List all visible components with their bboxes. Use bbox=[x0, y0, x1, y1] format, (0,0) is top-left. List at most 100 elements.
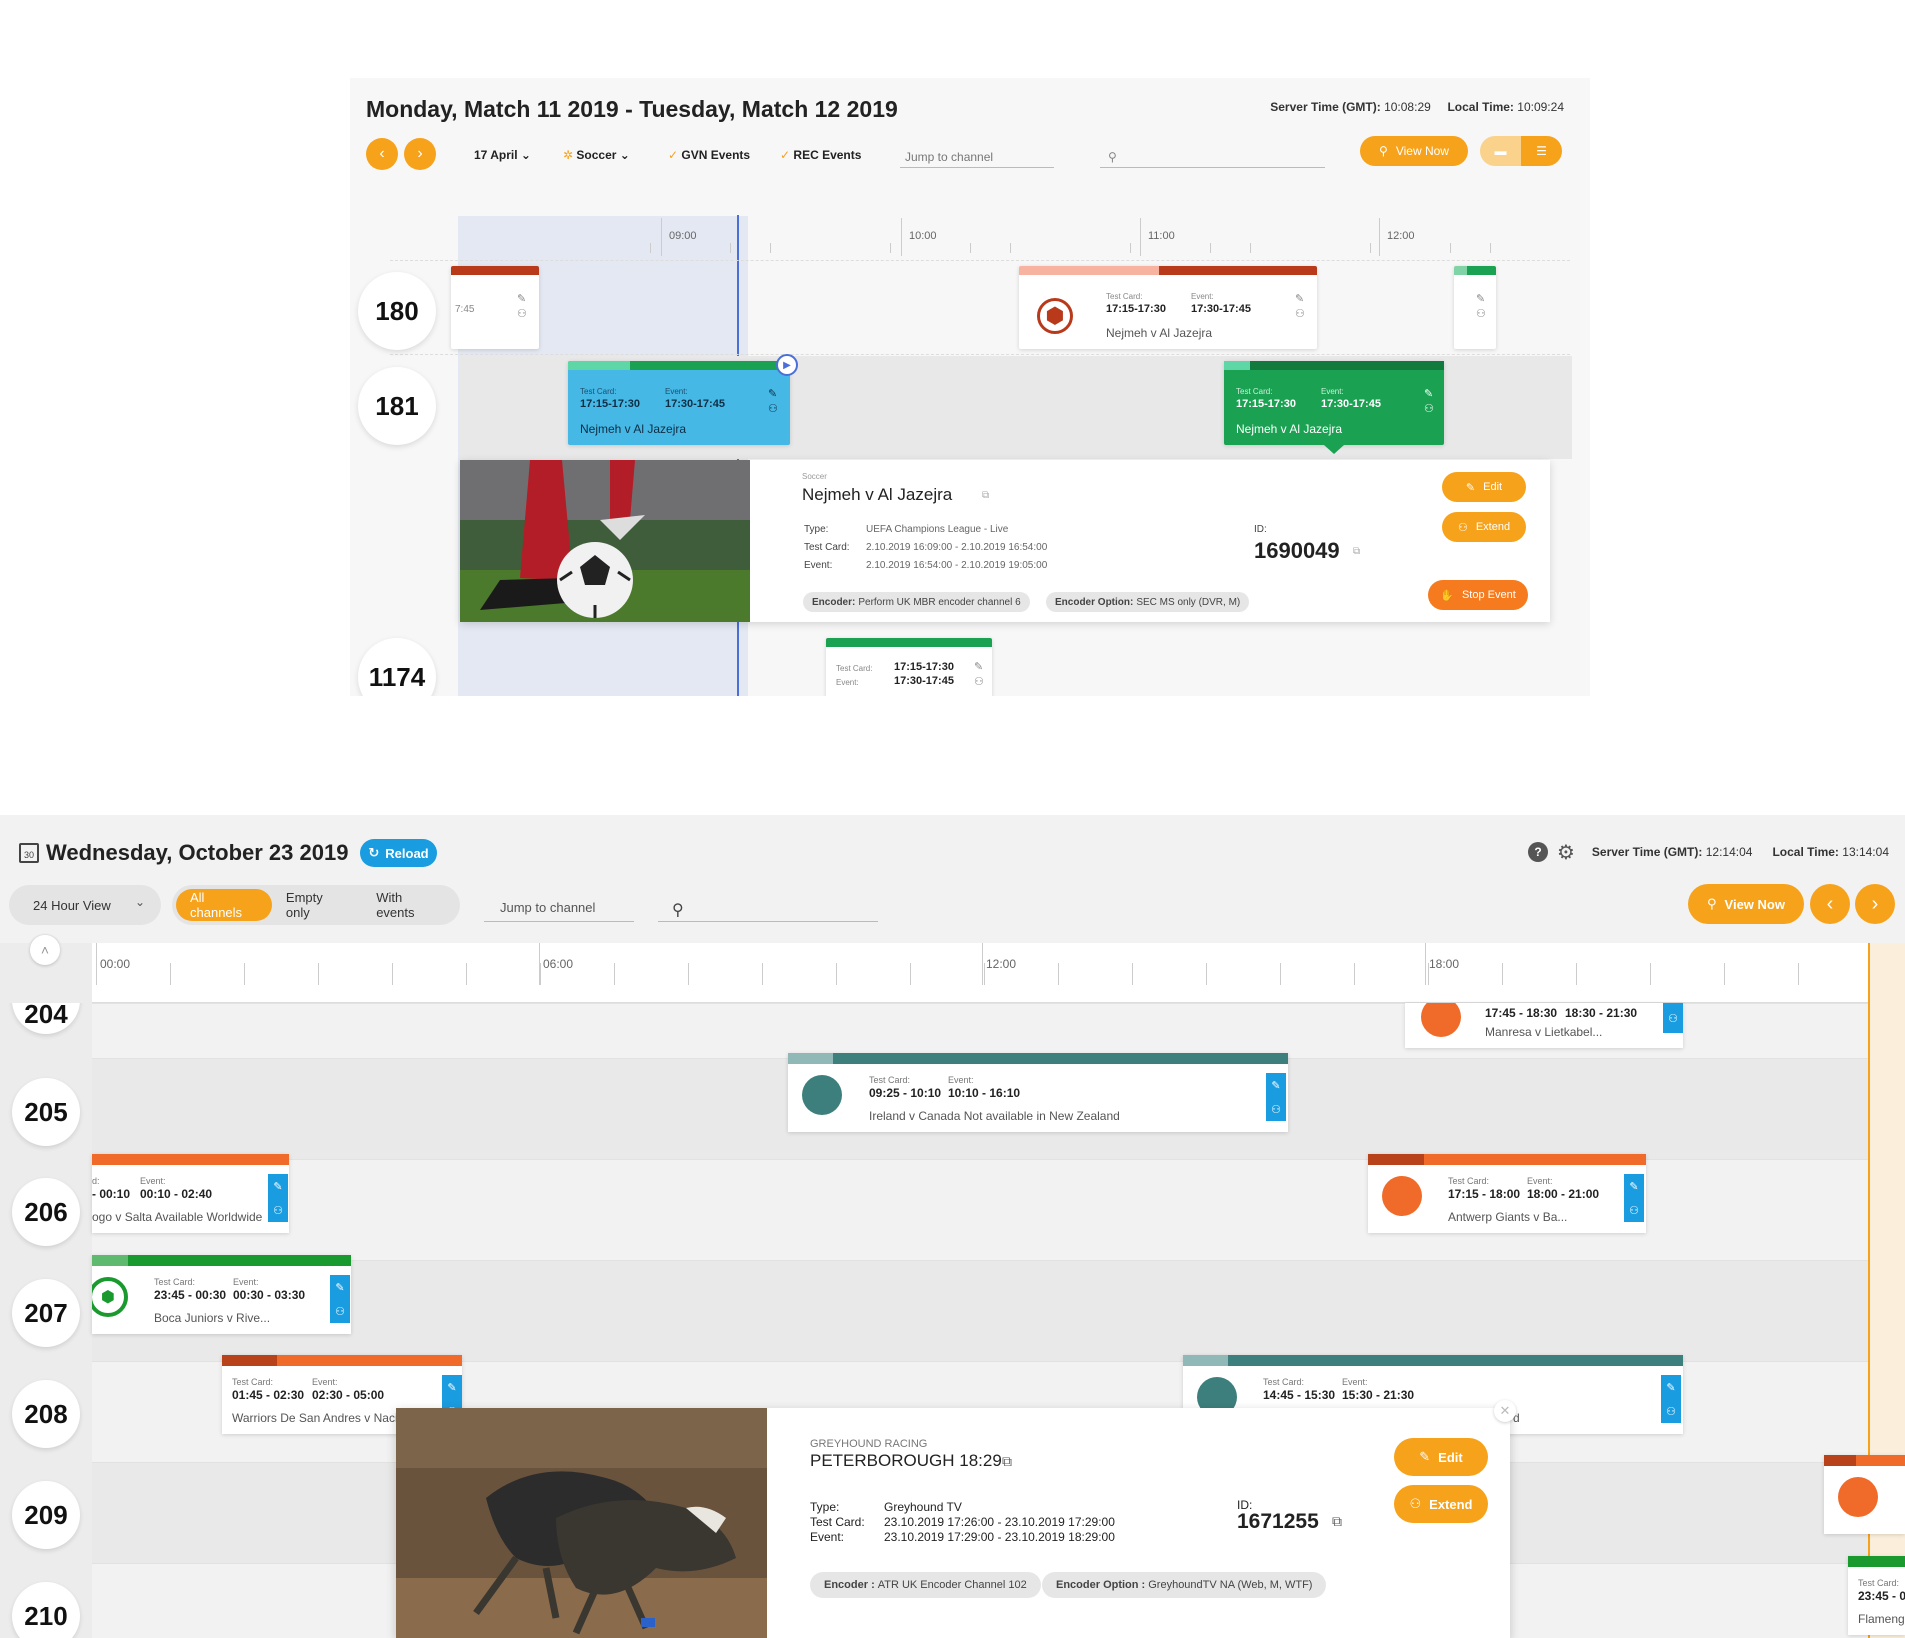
server-time: 10:08:29 bbox=[1384, 100, 1431, 114]
calendar-icon[interactable]: 30 bbox=[19, 843, 39, 863]
search-input[interactable]: ⚲ bbox=[1100, 144, 1325, 168]
event-card-live[interactable]: Test Card: 17:15-17:30 Event: 17:30-17:4… bbox=[568, 361, 790, 445]
scroll-up-button[interactable]: ˄ bbox=[30, 935, 60, 965]
event-actions[interactable]: ✎⚇ bbox=[1476, 292, 1486, 322]
rec-events-toggle[interactable]: ✓ REC Events bbox=[780, 148, 861, 162]
page-title: Wednesday, October 23 2019 bbox=[46, 840, 349, 865]
next-button[interactable]: › bbox=[1855, 884, 1895, 924]
view-now-button[interactable]: ⚲ View Now bbox=[1360, 136, 1468, 166]
soccer-ball-icon: ⬢ bbox=[92, 1277, 128, 1317]
event-card[interactable]: Test Card: 23:45 - 0 Flameng bbox=[1848, 1556, 1905, 1635]
copy-icon[interactable]: ⧉ bbox=[1332, 1513, 1342, 1530]
event-card[interactable]: Test Card: 17:15-17:30 Event: 17:30-17:4… bbox=[826, 638, 992, 696]
extend-icon[interactable]: ⚇ bbox=[1295, 308, 1305, 320]
event-actions[interactable]: ✎⚇ bbox=[1266, 1073, 1286, 1121]
event-actions[interactable]: ✎⚇ bbox=[1424, 387, 1434, 417]
channel-206[interactable]: 206 bbox=[12, 1178, 80, 1246]
jump-to-channel-input[interactable]: Jump to channel bbox=[484, 892, 634, 922]
extend-icon[interactable]: ⚇ bbox=[1666, 1405, 1676, 1418]
copy-icon[interactable]: ⧉ bbox=[1002, 1453, 1012, 1470]
test-card-time: 09:25 - 10:10 bbox=[869, 1086, 942, 1100]
edit-icon[interactable]: ✎ bbox=[768, 388, 777, 400]
extend-icon[interactable]: ⚇ bbox=[1271, 1103, 1281, 1116]
encoder-value: Perform UK MBR encoder channel 6 bbox=[858, 596, 1021, 608]
extend-icon[interactable]: ⚇ bbox=[1668, 1012, 1678, 1025]
jump-to-channel-input[interactable]: Jump to channel bbox=[900, 144, 1054, 168]
edit-icon[interactable]: ✎ bbox=[1295, 293, 1304, 305]
edit-icon[interactable]: ✎ bbox=[1424, 388, 1433, 400]
extend-icon[interactable]: ⚇ bbox=[1476, 308, 1486, 320]
event-card[interactable]: 7:45 ✎ ⚇ bbox=[451, 266, 539, 349]
bar-segment bbox=[1848, 1556, 1905, 1567]
event-actions[interactable]: ⚇ bbox=[1663, 1003, 1683, 1033]
extend-icon[interactable]: ⚇ bbox=[1424, 403, 1434, 415]
play-icon[interactable]: ▶ bbox=[776, 354, 798, 376]
copy-icon[interactable]: ⧉ bbox=[982, 490, 989, 501]
edit-icon[interactable]: ✎ bbox=[335, 1281, 344, 1294]
date-filter[interactable]: 17 April ⌄ bbox=[474, 148, 531, 162]
sport-filter[interactable]: ✲ Soccer ⌄ bbox=[563, 148, 630, 162]
filter-empty-only[interactable]: Empty only bbox=[272, 889, 362, 921]
event-actions[interactable]: ✎⚇ bbox=[974, 660, 984, 690]
event-card[interactable]: ⬢ Test Card: 17:15-17:30 Event: 17:30-17… bbox=[1019, 266, 1317, 349]
extend-button[interactable]: ⚇ Extend bbox=[1442, 512, 1526, 542]
channel-205[interactable]: 205 bbox=[12, 1078, 80, 1146]
event-card-selected[interactable]: Test Card: 17:15-17:30 Event: 17:30-17:4… bbox=[1224, 361, 1444, 454]
channel-180[interactable]: 180 bbox=[358, 272, 436, 350]
timeline-view-icon[interactable]: ▬ bbox=[1480, 136, 1521, 166]
extend-button[interactable]: ⚇ Extend bbox=[1394, 1485, 1488, 1523]
view-toggle[interactable]: ▬ ☰ bbox=[1480, 136, 1562, 166]
extend-icon[interactable]: ⚇ bbox=[517, 308, 527, 320]
edit-button[interactable]: ✎ Edit bbox=[1442, 472, 1526, 502]
event-card[interactable] bbox=[1824, 1455, 1905, 1534]
event-actions[interactable]: ✎⚇ bbox=[1661, 1375, 1681, 1423]
next-button[interactable]: › bbox=[404, 138, 436, 170]
edit-icon[interactable]: ✎ bbox=[517, 293, 526, 305]
event-actions[interactable]: ✎⚇ bbox=[1624, 1174, 1644, 1222]
prev-button[interactable]: ‹ bbox=[1810, 884, 1850, 924]
filter-all-channels[interactable]: All channels bbox=[176, 889, 272, 921]
event-actions[interactable]: ✎⚇ bbox=[330, 1275, 350, 1323]
channel-181[interactable]: 181 bbox=[358, 367, 436, 445]
gear-icon[interactable]: ⚙ bbox=[1556, 842, 1576, 864]
extend-icon[interactable]: ⚇ bbox=[974, 676, 984, 688]
channel-209[interactable]: 209 bbox=[12, 1481, 80, 1549]
event-actions[interactable]: ✎⚇ bbox=[517, 292, 527, 322]
stop-event-button[interactable]: ✋ Stop Event bbox=[1428, 580, 1528, 610]
event-actions[interactable]: ✎⚇ bbox=[768, 387, 778, 417]
copy-icon[interactable]: ⧉ bbox=[1353, 546, 1360, 557]
edit-icon[interactable]: ✎ bbox=[974, 661, 983, 673]
channel-207[interactable]: 207 bbox=[12, 1279, 80, 1347]
event-card[interactable]: ✎ ⚇ bbox=[1454, 266, 1496, 349]
edit-icon[interactable]: ✎ bbox=[447, 1381, 456, 1394]
edit-icon[interactable]: ✎ bbox=[1271, 1079, 1280, 1092]
event-card[interactable]: ⬢ Test Card: 23:45 - 00:30 Event: 00:30 … bbox=[92, 1255, 351, 1334]
event-actions[interactable]: ✎⚇ bbox=[268, 1174, 288, 1222]
extend-icon[interactable]: ⚇ bbox=[1629, 1204, 1639, 1217]
edit-button[interactable]: ✎ Edit bbox=[1394, 1438, 1488, 1476]
event-actions[interactable]: ✎⚇ bbox=[1295, 292, 1305, 322]
event-card[interactable]: Test Card: 17:15 - 18:00 Event: 18:00 - … bbox=[1368, 1154, 1646, 1233]
event-card[interactable]: d: - 00:10 Event: 00:10 - 02:40 ogo v Sa… bbox=[92, 1154, 289, 1233]
filter-with-events[interactable]: With events bbox=[362, 889, 456, 921]
prev-button[interactable]: ‹ bbox=[366, 138, 398, 170]
gvn-events-toggle[interactable]: ✓ GVN Events bbox=[668, 148, 750, 162]
edit-icon[interactable]: ✎ bbox=[1629, 1180, 1638, 1193]
view-select[interactable]: 24 Hour View ⌄ bbox=[9, 885, 161, 925]
event-card[interactable]: 17:45 - 18:30 18:30 - 21:30 Manresa v Li… bbox=[1405, 1003, 1683, 1048]
channel-1174[interactable]: 1174 bbox=[358, 638, 436, 696]
extend-icon[interactable]: ⚇ bbox=[273, 1204, 283, 1217]
event-card[interactable]: Test Card: 09:25 - 10:10 Event: 10:10 - … bbox=[788, 1053, 1288, 1132]
close-icon[interactable]: ✕ bbox=[1494, 1400, 1516, 1422]
edit-icon[interactable]: ✎ bbox=[273, 1180, 282, 1193]
channel-208[interactable]: 208 bbox=[12, 1380, 80, 1448]
help-icon[interactable]: ? bbox=[1528, 842, 1548, 862]
list-view-icon[interactable]: ☰ bbox=[1521, 136, 1562, 166]
view-now-button[interactable]: ⚲ View Now bbox=[1688, 884, 1804, 924]
reload-button[interactable]: ↻ Reload bbox=[360, 839, 437, 867]
search-input[interactable]: ⚲ bbox=[658, 892, 878, 922]
edit-icon[interactable]: ✎ bbox=[1476, 293, 1485, 305]
extend-icon[interactable]: ⚇ bbox=[335, 1305, 345, 1318]
extend-icon[interactable]: ⚇ bbox=[768, 403, 778, 415]
edit-icon[interactable]: ✎ bbox=[1666, 1381, 1675, 1394]
